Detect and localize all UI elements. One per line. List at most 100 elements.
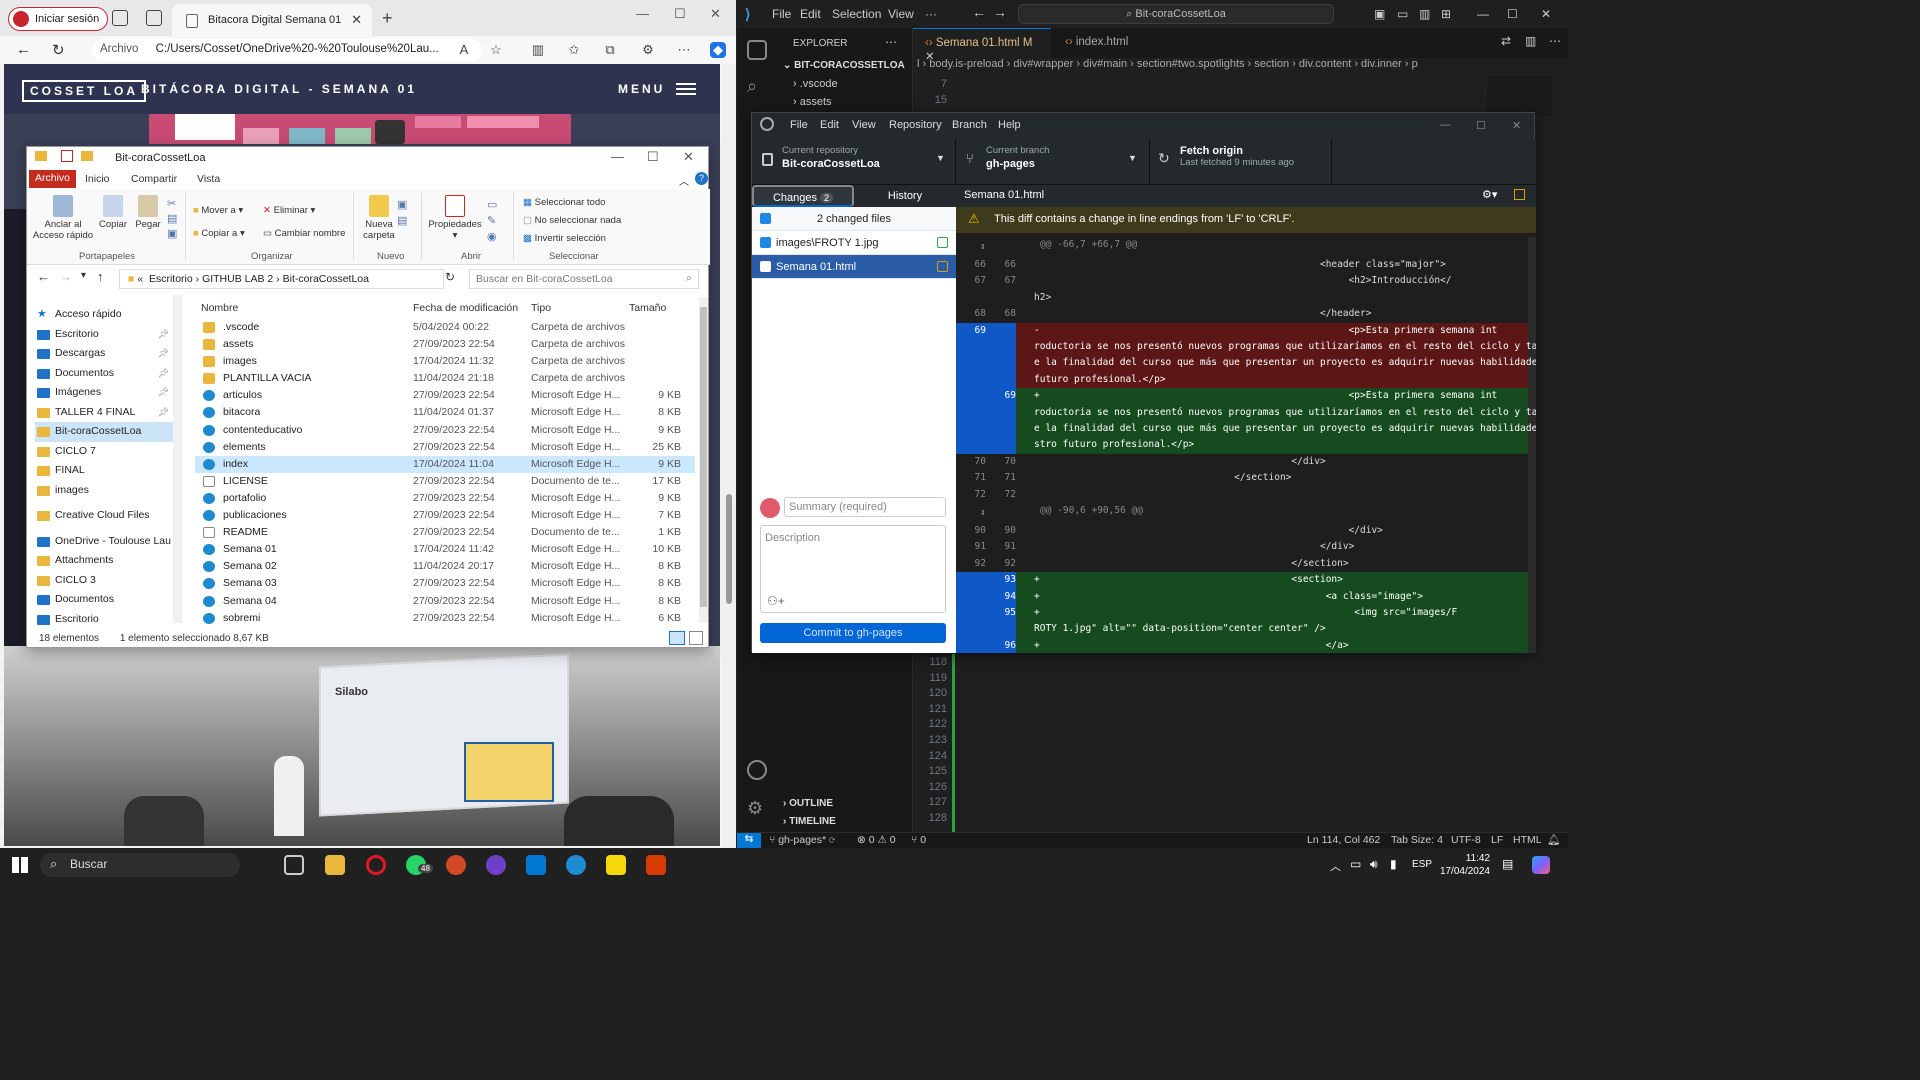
maximize-icon[interactable]: ☐: [647, 149, 659, 165]
workspaces-icon[interactable]: [112, 10, 128, 26]
diff-line[interactable]: 71 71 </section>: [956, 470, 1528, 486]
file-row[interactable]: elements 27/09/2023 22:54 Microsoft Edge H…: [195, 439, 695, 456]
menu-edit[interactable]: Edit: [800, 7, 821, 21]
nav-item[interactable]: Imágenes 📌︎: [35, 383, 173, 403]
address-bar[interactable]: Archivo C:/Users/Cosset/OneDrive%20-%20T…: [92, 39, 482, 61]
close-icon[interactable]: ✕: [1512, 119, 1521, 132]
minimap[interactable]: [1487, 76, 1553, 116]
diff-line[interactable]: 68 68 </header>: [956, 306, 1528, 322]
diff-line[interactable]: roductoria se nos presentó nuevos progra…: [956, 404, 1536, 421]
diff-line[interactable]: stro futuro profesional.</p>: [956, 437, 1528, 454]
toggle-panel-icon[interactable]: ▭: [1397, 7, 1408, 21]
copy-to-button[interactable]: ■ Copiar a ▾: [193, 228, 245, 239]
file-row[interactable]: Semana 04 27/09/2023 22:54 Microsoft Edge …: [195, 593, 695, 610]
pin-quick-access-button[interactable]: Anclar al Acceso rápido: [31, 195, 95, 241]
app-icon[interactable]: [646, 855, 666, 875]
nav-scrollbar[interactable]: [173, 295, 182, 623]
file-row[interactable]: publicaciones 27/09/2023 22:54 Microsoft E…: [195, 507, 695, 524]
properties-button[interactable]: Propiedades ▾: [427, 195, 483, 241]
details-view-icon[interactable]: [669, 631, 685, 645]
file-row[interactable]: portafolio 27/09/2023 22:54 Microsoft Edge…: [195, 490, 695, 507]
branch-status[interactable]: ⑂ gh-pages* ⟳: [769, 834, 835, 846]
new-folder-button[interactable]: Nueva carpeta: [359, 195, 399, 241]
diff-line[interactable]: 93 + <section>: [956, 572, 1528, 589]
close-icon[interactable]: ✕: [683, 149, 694, 165]
clipboard-small-icons[interactable]: ✂ ▤ ▣: [167, 197, 177, 242]
battery-icon[interactable]: ▮: [1390, 857, 1397, 871]
file-row[interactable]: images 17/04/2024 11:32 Carpeta de archivo…: [195, 353, 695, 370]
back-icon[interactable]: ←: [972, 4, 986, 20]
diff-line[interactable]: h2>: [956, 290, 1528, 306]
search-input[interactable]: Buscar en Bit-coraCossetLoa ⌕: [469, 269, 699, 289]
opera-app-icon[interactable]: [366, 855, 386, 875]
delete-button[interactable]: ✕ Eliminar ▾: [263, 205, 315, 216]
branch-selector[interactable]: ⑂ Current branch gh-pages ▼: [956, 139, 1150, 185]
file-row[interactable]: LICENSE 27/09/2023 22:54 Documento de te..…: [195, 473, 695, 490]
read-aloud-icon[interactable]: A: [456, 42, 472, 58]
nav-item[interactable]: CICLO 7: [35, 442, 173, 462]
outline-section[interactable]: › OUTLINE: [783, 798, 833, 809]
menu-file[interactable]: File: [790, 119, 808, 131]
diff-line[interactable]: 94 + <a class="image">: [956, 588, 1528, 605]
ports-status[interactable]: ⑂ 0: [911, 834, 926, 846]
summary-input[interactable]: Summary (required): [784, 497, 946, 517]
nav-item[interactable]: Documentos: [35, 590, 173, 610]
diff-line[interactable]: 91 91 </div>: [956, 539, 1528, 555]
workspace-root[interactable]: ⌄ BIT-CORACOSSETLOA: [783, 60, 905, 71]
close-tab-icon[interactable]: ✕: [351, 12, 362, 28]
sticky-notes-app-icon[interactable]: [606, 855, 626, 875]
new-item-icons[interactable]: ▣ ▤: [397, 197, 407, 229]
nav-item[interactable]: ★ Acceso rápido: [35, 305, 173, 325]
diff-line[interactable]: 70 70 </div>: [956, 454, 1528, 470]
file-row[interactable]: Semana 01 17/04/2024 11:42 Microsoft Edge …: [195, 541, 695, 558]
diff-line[interactable]: 66 66 <header class="major">: [956, 257, 1528, 273]
search-icon[interactable]: ⌕: [747, 76, 757, 97]
fetch-origin-button[interactable]: ↻ Fetch origin Last fetched 9 minutes ag…: [1150, 139, 1332, 185]
close-icon[interactable]: ✕: [710, 6, 721, 22]
minimize-icon[interactable]: —: [611, 149, 624, 164]
maximize-icon[interactable]: ☐: [1507, 7, 1518, 21]
file-row[interactable]: PLANTILLA VACIA 11/04/2024 21:18 Carpeta d…: [195, 370, 695, 387]
diff-line[interactable]: e la finalidad del curso que más que pre…: [956, 421, 1536, 438]
tray-chevron-icon[interactable]: ︿: [1330, 858, 1341, 874]
tree-item[interactable]: › .vscode: [793, 78, 838, 90]
breadcrumb-github-lab[interactable]: GITHUB LAB 2: [202, 273, 273, 285]
nav-item[interactable]: images: [35, 481, 173, 501]
diff-line[interactable]: e la finalidad del curso que más que pre…: [956, 355, 1536, 372]
recent-locations-icon[interactable]: ▾: [81, 270, 86, 281]
large-icons-view-icon[interactable]: [689, 631, 703, 645]
nav-item[interactable]: Creative Cloud Files: [35, 506, 173, 526]
nav-item[interactable]: Escritorio: [35, 610, 173, 630]
bell-icon[interactable]: 🔔︎: [1547, 833, 1560, 846]
tab-compartir[interactable]: Compartir: [131, 173, 177, 185]
tab-index[interactable]: ‹› index.html: [1053, 28, 1153, 58]
diff-gutter[interactable]: [956, 339, 1016, 356]
expand-icon[interactable]: ⇕: [980, 505, 986, 521]
diff-gutter[interactable]: [956, 371, 1016, 389]
commit-button[interactable]: Commit to gh-pages: [760, 623, 946, 643]
gear-icon[interactable]: ⚙▾: [1482, 188, 1497, 201]
select-none-button[interactable]: ▢ No seleccionar nada: [523, 215, 621, 226]
nav-item[interactable]: Descargas 📌︎: [35, 344, 173, 364]
file-row[interactable]: contenteducativo 27/09/2023 22:54 Microsof…: [195, 422, 695, 439]
file-scrollbar[interactable]: [699, 297, 708, 623]
file-row[interactable]: bitacora 11/04/2024 01:37 Microsoft Edge H…: [195, 404, 695, 421]
file-row[interactable]: index 17/04/2024 11:04 Microsoft Edge H...…: [195, 455, 695, 473]
network-icon[interactable]: ▭: [1350, 857, 1361, 871]
extensions-icon[interactable]: ⚙: [640, 42, 656, 58]
diff-line[interactable]: 95 + <img src="images/F: [956, 605, 1528, 622]
more-actions-icon[interactable]: ⋯: [1549, 34, 1561, 48]
tab-size[interactable]: Tab Size: 4: [1391, 834, 1443, 846]
tab-history[interactable]: History: [854, 185, 956, 207]
powerpoint-app-icon[interactable]: [446, 855, 466, 875]
gear-icon[interactable]: ⚙: [747, 798, 763, 819]
menu-branch[interactable]: Branch: [952, 119, 987, 131]
diff-hunk-header[interactable]: ⇕ @@ -66,7 +66,7 @@: [956, 237, 1528, 257]
explorer-icon[interactable]: [747, 40, 767, 60]
tab-changes[interactable]: Changes 2: [752, 185, 854, 207]
tab-vista[interactable]: Vista: [197, 173, 220, 185]
select-all-row[interactable]: 2 changed files: [752, 207, 956, 231]
back-icon[interactable]: ←: [16, 41, 31, 58]
paste-button[interactable]: Pegar: [133, 195, 163, 230]
refresh-icon[interactable]: ↻: [445, 270, 455, 284]
